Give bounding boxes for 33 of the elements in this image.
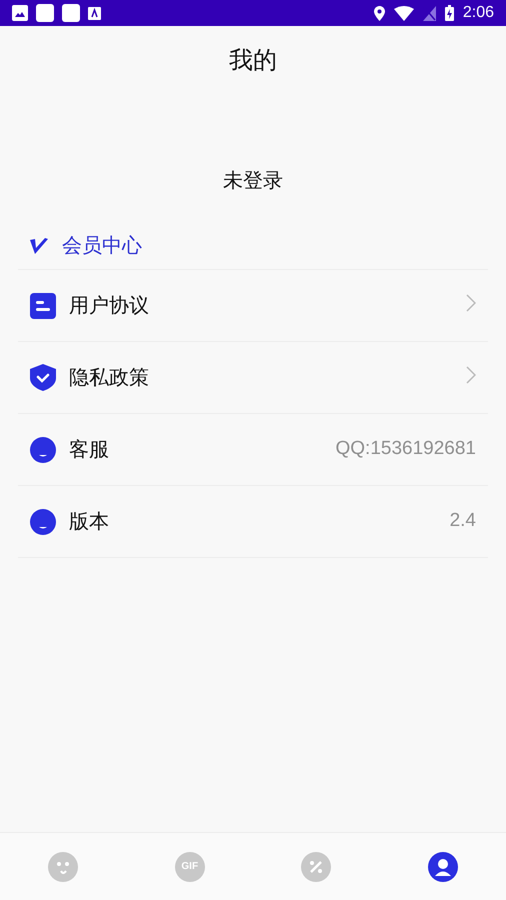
page-title: 我的 [229, 46, 277, 76]
percent-tab-icon[interactable] [301, 852, 332, 882]
wifi-icon [394, 6, 414, 20]
menu-row[interactable]: 用户协议 [18, 270, 488, 342]
menu-label: 用户协议 [69, 294, 149, 318]
menu-row[interactable]: 版本 2.4 [18, 486, 488, 558]
menu-label: 版本 [69, 510, 109, 534]
menu-row[interactable]: 隐私政策 [18, 342, 488, 414]
image-notification-icon [12, 5, 28, 21]
face-icon [30, 508, 56, 534]
menu-row[interactable]: 客服 QQ:1536192681 [18, 414, 488, 486]
member-center-item[interactable]: 会员中心 [18, 222, 488, 270]
status-time: 2:06 [462, 3, 494, 23]
battery-charging-icon [444, 5, 454, 21]
document-icon [30, 292, 56, 318]
face-icon [30, 436, 56, 462]
app-notification-icon [88, 6, 101, 20]
menu-value: QQ:1536192681 [335, 437, 476, 462]
notification-icon [36, 4, 54, 22]
menu-value: 2.4 [450, 509, 476, 534]
v-logo-icon [30, 238, 48, 254]
login-status: 未登录 [223, 169, 283, 194]
no-signal-icon [422, 6, 436, 20]
location-icon [374, 6, 385, 20]
chevron-right-icon [466, 294, 476, 312]
chevron-right-icon [466, 366, 476, 384]
emoji-tab-icon[interactable] [48, 852, 78, 882]
member-center-label: 会员中心 [62, 234, 142, 258]
menu-label: 客服 [69, 438, 109, 462]
profile-tab-icon[interactable] [428, 852, 458, 882]
menu-label: 隐私政策 [69, 366, 149, 390]
shield-check-icon [30, 364, 56, 391]
notification-icon [62, 4, 80, 22]
